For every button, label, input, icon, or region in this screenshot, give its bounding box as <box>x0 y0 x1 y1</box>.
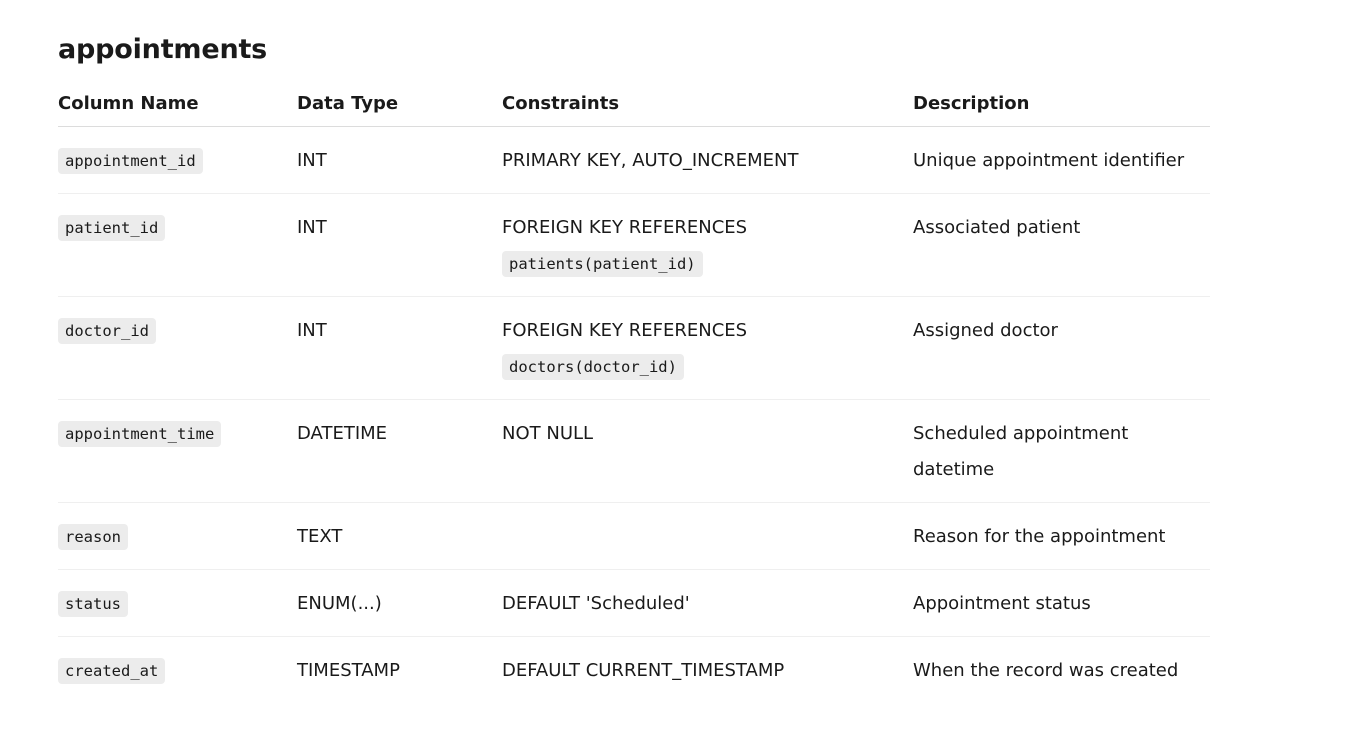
cell-column-name: appointment_id <box>58 126 297 194</box>
constraint-code: doctors(doctor_id) <box>502 354 684 380</box>
cell-data-type: TIMESTAMP <box>297 660 400 681</box>
column-name-code: doctor_id <box>58 318 156 344</box>
cell-column-name: appointment_time <box>58 399 297 503</box>
cell-constraints: NOT NULL <box>502 399 913 503</box>
cell-data-type: INT <box>297 193 502 297</box>
cell-column-name: doctor_id <box>58 296 297 400</box>
constraint-text: FOREIGN KEY REFERENCES <box>502 217 748 238</box>
constraint-code: patients(patient_id) <box>502 251 703 277</box>
cell-description: Assigned doctor <box>913 296 1210 400</box>
cell-data-type: INT <box>297 126 502 194</box>
cell-constraints: FOREIGN KEY REFERENCES patients(patient_… <box>502 193 913 297</box>
column-name-code: reason <box>58 524 128 550</box>
cell-description: When the record was created <box>913 660 1179 681</box>
cell-data-type: DATETIME <box>297 399 502 503</box>
constraint-code-line: doctors(doctor_id) <box>502 349 913 385</box>
cell-description: Scheduled appointment datetime <box>913 399 1210 503</box>
constraint-text: DEFAULT CURRENT_TIMESTAMP <box>502 660 785 681</box>
cell-constraints <box>502 502 913 570</box>
header-column-name: Column Name <box>58 92 297 127</box>
table-row: patient_id INT FOREIGN KEY REFERENCES pa… <box>58 193 1210 297</box>
schema-section: appointments Column Name Data Type Const… <box>58 30 1210 703</box>
header-description: Description <box>913 92 1210 127</box>
table-row: status ENUM(...) DEFAULT 'Scheduled' App… <box>58 569 1210 637</box>
table-row: appointment_id INT PRIMARY KEY, AUTO_INC… <box>58 126 1210 194</box>
cell-constraints: PRIMARY KEY, AUTO_INCREMENT <box>502 126 913 194</box>
table-row: appointment_time DATETIME NOT NULL Sched… <box>58 399 1210 503</box>
cell-column-name: patient_id <box>58 193 297 297</box>
cell-description: Reason for the appointment <box>913 502 1210 570</box>
table-row: reason TEXT Reason for the appointment <box>58 502 1210 570</box>
table-row: doctor_id INT FOREIGN KEY REFERENCES doc… <box>58 296 1210 400</box>
schema-table: Column Name Data Type Constraints Descri… <box>58 92 1210 703</box>
cell-data-type: INT <box>297 296 502 400</box>
cell-column-name: status <box>58 569 297 637</box>
constraint-text: FOREIGN KEY REFERENCES <box>502 320 748 341</box>
header-constraints: Constraints <box>502 92 913 127</box>
column-name-code: created_at <box>58 658 166 684</box>
column-name-code: status <box>58 591 128 617</box>
column-name-code: appointment_id <box>58 148 203 174</box>
cell-column-name: created_at <box>58 637 297 704</box>
cell-data-type: TEXT <box>297 502 502 570</box>
table-row: created_at TIMESTAMP DEFAULT CURRENT_TIM… <box>58 637 1210 704</box>
header-data-type: Data Type <box>297 92 502 127</box>
cell-constraints: DEFAULT CURRENT_TIMESTAMP <box>502 637 913 704</box>
cell-constraints: FOREIGN KEY REFERENCES doctors(doctor_id… <box>502 296 913 400</box>
cell-description: Appointment status <box>913 569 1210 637</box>
constraint-text: DEFAULT 'Scheduled' <box>502 593 690 614</box>
constraint-text: NOT NULL <box>502 423 594 444</box>
column-name-code: appointment_time <box>58 421 222 447</box>
cell-data-type: ENUM(...) <box>297 569 502 637</box>
table-title: appointments <box>58 34 268 65</box>
cell-column-name: reason <box>58 502 297 570</box>
cell-constraints: DEFAULT 'Scheduled' <box>502 569 913 637</box>
constraint-text: PRIMARY KEY, AUTO_INCREMENT <box>502 150 799 171</box>
cell-description: Unique appointment identifier <box>913 126 1210 194</box>
constraint-code-line: patients(patient_id) <box>502 246 913 282</box>
cell-description: Associated patient <box>913 193 1210 297</box>
column-name-code: patient_id <box>58 215 166 241</box>
header-row: Column Name Data Type Constraints Descri… <box>58 92 1210 127</box>
